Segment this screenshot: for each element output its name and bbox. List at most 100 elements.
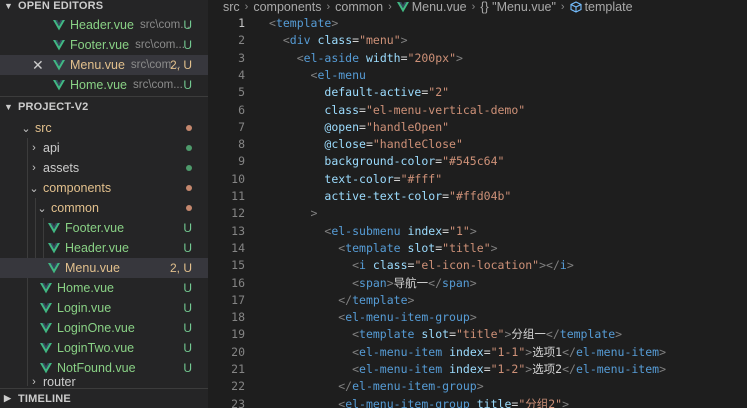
tree-file-active[interactable]: Menu.vue 2, U [0,258,208,278]
code-line[interactable]: 12 > [208,205,747,222]
code-text: <span>导航一</span> [352,275,477,290]
line-number: 1 [238,16,245,30]
breadcrumb-item[interactable]: src [208,0,240,14]
code-line[interactable]: 4 <el-menu [208,67,747,84]
open-editor-item[interactable]: Header.vue src\com... U [0,15,208,35]
line-number: 13 [231,223,245,238]
chevron-right-icon: › [326,1,331,13]
line-number: 14 [231,240,245,255]
code-line[interactable]: 1 <template> [208,15,747,32]
code-line[interactable]: 22 </el-menu-item-group> [208,378,747,395]
code-line[interactable]: 8 @close="handleClose" [208,136,747,153]
code-line[interactable]: 2 <div class="menu"> [208,32,747,49]
chevron-right-icon: › [560,1,565,13]
code-editor[interactable]: src › components › common › Menu.vue › {… [208,0,747,408]
breadcrumb-item[interactable]: Menu.vue [412,0,467,14]
file-name: Menu.vue [70,58,125,72]
open-editor-item[interactable]: Home.vue src\com... U [0,75,208,95]
tree-folder-api[interactable]: › api [0,138,208,158]
breadcrumb-item[interactable]: {} "Menu.vue" [480,0,556,14]
git-status: U [183,241,192,255]
tree-file[interactable]: LoginTwo.vue U [0,338,208,358]
file-path: src\com... [139,19,190,31]
vue-file-icon [53,19,65,31]
code-line[interactable]: 7 @open="handleOpen" [208,119,747,136]
file-path: src\com... [135,39,185,51]
chevron-right-icon: › [471,1,476,13]
folder-name: common [51,201,99,215]
code-line[interactable]: 19 <template slot="title">分组一</template> [208,326,747,343]
file-name: Home.vue [57,281,114,295]
code-line[interactable]: 6 class="el-menu-vertical-demo" [208,102,747,119]
code-line[interactable]: 16 <span>导航一</span> [208,275,747,292]
code-line[interactable]: 14 <template slot="title"> [208,240,747,257]
project-header[interactable]: ▼ PROJECT-V2 [0,96,208,116]
line-number: 12 [231,206,245,221]
breadcrumb-item[interactable]: common [335,0,383,14]
code-line[interactable]: 20 <el-menu-item index="1-1">选项1</el-men… [208,344,747,361]
open-editor-item-active[interactable]: ✕ Menu.vue src\com... 2, U [0,55,208,75]
code-line[interactable]: 13 <el-submenu index="1"> [208,223,747,240]
open-editor-item[interactable]: Footer.vue src\com... U [0,35,208,55]
code-line[interactable]: 18 <el-menu-item-group> [208,309,747,326]
code-line[interactable]: 11 active-text-color="#ffd04b" [208,188,747,205]
code-text: <template> [269,16,339,30]
file-name: Header.vue [65,241,129,255]
chevron-right-icon: ▶ [4,393,12,403]
code-text: <el-menu [310,67,366,82]
tree-folder-assets[interactable]: › assets [0,158,208,178]
line-number: 22 [231,379,245,394]
tree-file[interactable]: Footer.vue U [0,218,208,238]
code-text: <i class="el-icon-location"></i> [352,258,574,273]
line-number: 7 [238,119,245,134]
vue-file-icon [40,282,52,294]
line-number: 11 [231,189,245,203]
vue-file-icon [53,39,65,51]
code-text: <el-menu-item index="1-1">选项1</el-menu-i… [352,344,667,359]
code-text: <div class="menu"> [282,33,408,48]
line-number: 20 [231,344,245,359]
code-text: > [310,206,318,221]
chevron-right-icon: › [32,142,36,154]
code-text: @open="handleOpen" [324,119,450,134]
vue-file-icon [40,302,52,314]
code-line[interactable]: 23 <el-menu-item-group title="分组2"> [208,396,747,408]
code-line[interactable]: 5 default-active="2" [208,84,747,101]
open-editors-header[interactable]: ▼ OPEN EDITORS [0,0,208,16]
folder-name: assets [43,161,80,175]
chevron-down-icon: ⌄ [37,202,47,215]
code-text: <el-submenu index="1"> [324,223,477,238]
close-icon[interactable]: ✕ [32,57,44,74]
untracked-dot [186,145,192,151]
vue-file-icon [48,222,60,234]
breadcrumb-item[interactable]: template [585,0,633,14]
file-name: Login.vue [57,301,112,315]
code-line[interactable]: 21 <el-menu-item index="1-2">选项2</el-men… [208,361,747,378]
code-line[interactable]: 15 <i class="el-icon-location"></i> [208,257,747,274]
git-status: U [183,321,192,335]
tree-file[interactable]: Header.vue U [0,238,208,258]
tree-file[interactable]: NotFound.vue U [0,358,208,378]
git-status: U [183,301,192,315]
cube-icon [570,1,582,13]
tree-folder-common[interactable]: ⌄ common [0,198,208,218]
git-status: 2, U [169,261,192,275]
code-text: @close="handleClose" [324,137,463,152]
breadcrumb-item[interactable]: components [253,0,321,14]
code-line[interactable]: 17 </template> [208,292,747,309]
code-line[interactable]: 9 background-color="#545c64" [208,153,747,170]
folder-name: router [43,376,76,388]
code-line[interactable]: 3 <el-aside width="200px"> [208,50,747,67]
timeline-header[interactable]: ▶ TIMELINE [0,388,208,408]
vue-file-icon [48,262,60,274]
tree-file[interactable]: LoginOne.vue U [0,318,208,338]
file-name: Header.vue [70,18,134,32]
tree-file[interactable]: Login.vue U [0,298,208,318]
vue-file-icon [40,322,52,334]
tree-file[interactable]: Home.vue U [0,278,208,298]
code-line[interactable]: 10 text-color="#fff" [208,171,747,188]
tree-folder-router[interactable]: › router [0,376,208,388]
tree-folder-src[interactable]: ⌄ src [0,118,208,138]
project-title: PROJECT-V2 [18,100,89,113]
tree-folder-components[interactable]: ⌄ components [0,178,208,198]
